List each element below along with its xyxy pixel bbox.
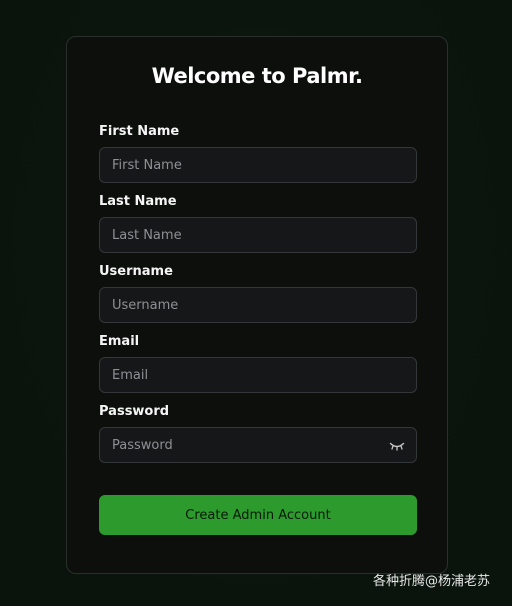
email-label: Email xyxy=(99,334,140,349)
username-input[interactable] xyxy=(99,287,417,323)
last-name-input[interactable] xyxy=(99,217,417,253)
eye-closed-icon xyxy=(389,442,405,451)
page-title: Welcome to Palmr. xyxy=(151,64,363,88)
watermark: 各种折腾@杨浦老苏 xyxy=(372,574,490,589)
signup-card: Welcome to Palmr. First Name Last Name U… xyxy=(66,36,448,574)
first-name-label: First Name xyxy=(99,124,180,139)
first-name-input[interactable] xyxy=(99,147,417,183)
password-visibility-toggle[interactable] xyxy=(385,436,409,456)
create-admin-account-button[interactable]: Create Admin Account xyxy=(99,495,417,535)
last-name-label: Last Name xyxy=(99,194,177,209)
username-label: Username xyxy=(99,264,173,279)
password-input[interactable] xyxy=(99,427,417,463)
email-input[interactable] xyxy=(99,357,417,393)
password-label: Password xyxy=(99,404,170,419)
